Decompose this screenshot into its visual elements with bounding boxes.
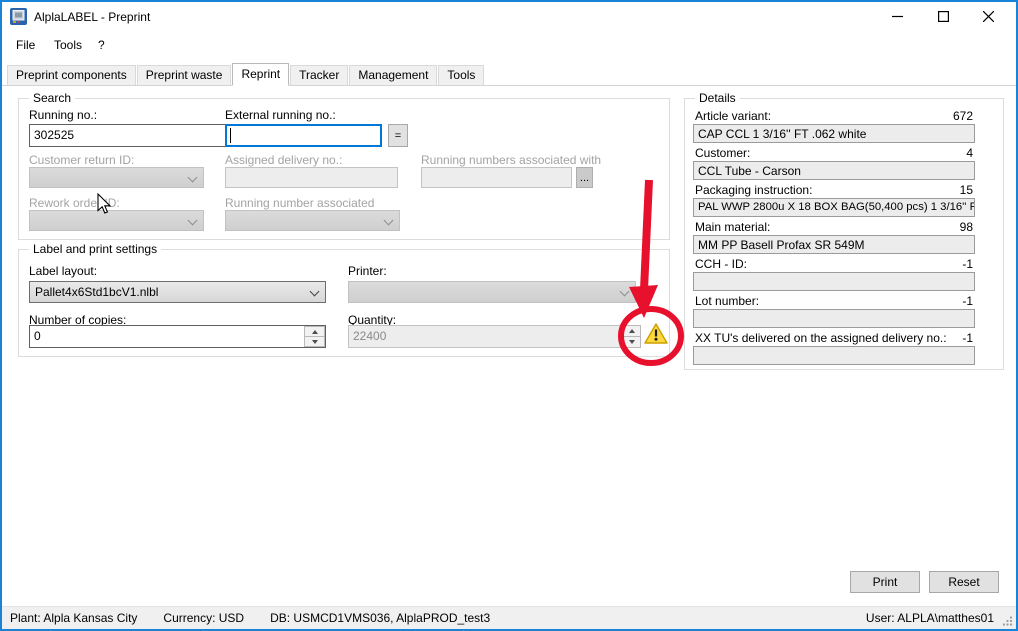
- menu-tools[interactable]: Tools: [54, 38, 82, 52]
- customer-label: Customer:: [695, 146, 750, 160]
- print-settings-group-title: Label and print settings: [29, 242, 161, 256]
- packaging-instruction-label: Packaging instruction:: [695, 183, 812, 197]
- article-variant-value: CAP CCL 1 3/16'' FT .062 white: [693, 124, 975, 143]
- main-material-id: 98: [960, 220, 973, 234]
- chevron-down-icon: [620, 287, 630, 297]
- quantity-spinner: [623, 325, 641, 348]
- status-user: User: ALPLA\matthes01: [866, 611, 994, 625]
- tab-tools[interactable]: Tools: [438, 65, 484, 85]
- app-window: AlplaLABEL - Preprint File Tools ? Prepr…: [0, 0, 1018, 631]
- running-number-associated-combo: [225, 210, 400, 231]
- menu-help[interactable]: ?: [98, 38, 105, 52]
- menu-file[interactable]: File: [16, 38, 35, 52]
- customer-return-id-label: Customer return ID:: [29, 153, 134, 167]
- tus-delivered-label: XX TU's delivered on the assigned delive…: [695, 331, 947, 345]
- reset-button[interactable]: Reset: [929, 571, 999, 593]
- resize-grip[interactable]: [1002, 615, 1014, 627]
- chevron-down-icon: [188, 216, 198, 226]
- lot-number-label: Lot number:: [695, 294, 759, 308]
- running-numbers-associated-with-label: Running numbers associated with: [421, 153, 601, 167]
- spinner-up-button: [623, 325, 641, 337]
- tab-preprint-components[interactable]: Preprint components: [7, 65, 136, 85]
- spinner-down-button[interactable]: [304, 337, 325, 347]
- chevron-down-icon: [310, 287, 320, 297]
- details-group: Details Article variant: 672 CAP CCL 1 3…: [684, 98, 1004, 370]
- customer-return-id-combo: [29, 167, 204, 188]
- app-icon: [10, 8, 27, 25]
- article-variant-label: Article variant:: [695, 109, 771, 123]
- printer-combo[interactable]: [348, 281, 636, 303]
- assigned-delivery-no-label: Assigned delivery no.:: [225, 153, 342, 167]
- running-no-input[interactable]: 302525: [29, 124, 236, 147]
- search-group: Search Running no.: 302525 = External ru…: [18, 98, 670, 240]
- main-material-value: MM PP Basell Profax SR 549M: [693, 235, 975, 254]
- external-running-no-equals-button[interactable]: =: [388, 124, 408, 147]
- rework-order-id-combo: [29, 210, 204, 231]
- tab-preprint-waste[interactable]: Preprint waste: [137, 65, 232, 85]
- warning-icon: [644, 322, 668, 345]
- status-currency: Currency: USD: [163, 611, 244, 625]
- menu-bar: File Tools ?: [2, 32, 1016, 60]
- packaging-instruction-value: PAL WWP 2800u X 18 BOX BAG(50,400 pcs) 1…: [693, 198, 975, 217]
- details-group-title: Details: [695, 91, 740, 105]
- running-no-label: Running no.:: [29, 108, 97, 122]
- quantity-input: 22400: [348, 325, 621, 348]
- copies-spinner[interactable]: [304, 326, 325, 347]
- printer-label: Printer:: [348, 264, 387, 278]
- number-of-copies-input[interactable]: 0: [29, 325, 326, 348]
- assigned-delivery-no-input: [225, 167, 398, 188]
- lot-number-id: -1: [962, 294, 973, 308]
- main-material-label: Main material:: [695, 220, 770, 234]
- minimize-button[interactable]: [880, 2, 914, 30]
- customer-id: 4: [966, 146, 973, 160]
- maximize-button[interactable]: [926, 2, 960, 30]
- cch-id-id: -1: [962, 257, 973, 271]
- external-running-no-label: External running no.:: [225, 108, 336, 122]
- close-button[interactable]: [971, 2, 1005, 30]
- browse-button: ...: [576, 167, 593, 188]
- spinner-down-button: [623, 337, 641, 348]
- rework-order-id-label: Rework order ID:: [29, 196, 120, 210]
- status-bar: Plant: Alpla Kansas City Currency: USD DB:…: [2, 606, 1016, 629]
- label-layout-label: Label layout:: [29, 264, 97, 278]
- customer-value: CCL Tube - Carson: [693, 161, 975, 180]
- lot-number-value: [693, 309, 975, 328]
- title-bar: AlplaLABEL - Preprint: [2, 2, 1016, 32]
- search-group-title: Search: [29, 91, 75, 105]
- status-plant: Plant: Alpla Kansas City: [10, 611, 137, 625]
- print-settings-group: Label and print settings Label layout: P…: [18, 249, 670, 357]
- chevron-down-icon: [384, 216, 394, 226]
- label-layout-combo[interactable]: Pallet4x6Std1bcV1.nlbl: [29, 281, 326, 303]
- article-variant-id: 672: [953, 109, 973, 123]
- text-caret: [230, 128, 231, 143]
- tab-management[interactable]: Management: [349, 65, 437, 85]
- tus-delivered-value: [693, 346, 975, 365]
- external-running-no-input[interactable]: [225, 124, 382, 147]
- running-number-associated-label: Running number associated: [225, 196, 374, 210]
- cch-id-value: [693, 272, 975, 291]
- tab-reprint[interactable]: Reprint: [232, 63, 289, 86]
- status-db: DB: USMCD1VMS036, AlplaPROD_test3: [270, 611, 490, 625]
- tab-tracker[interactable]: Tracker: [290, 65, 348, 85]
- packaging-instruction-id: 15: [960, 183, 973, 197]
- print-button[interactable]: Print: [850, 571, 920, 593]
- tus-delivered-id: -1: [962, 331, 973, 345]
- chevron-down-icon: [188, 173, 198, 183]
- running-numbers-associated-with-input: [421, 167, 572, 188]
- cch-id-label: CCH - ID:: [695, 257, 747, 271]
- spinner-up-button[interactable]: [304, 326, 325, 337]
- window-title: AlplaLABEL - Preprint: [34, 10, 150, 24]
- tab-strip: Preprint components Preprint waste Repri…: [2, 63, 1016, 86]
